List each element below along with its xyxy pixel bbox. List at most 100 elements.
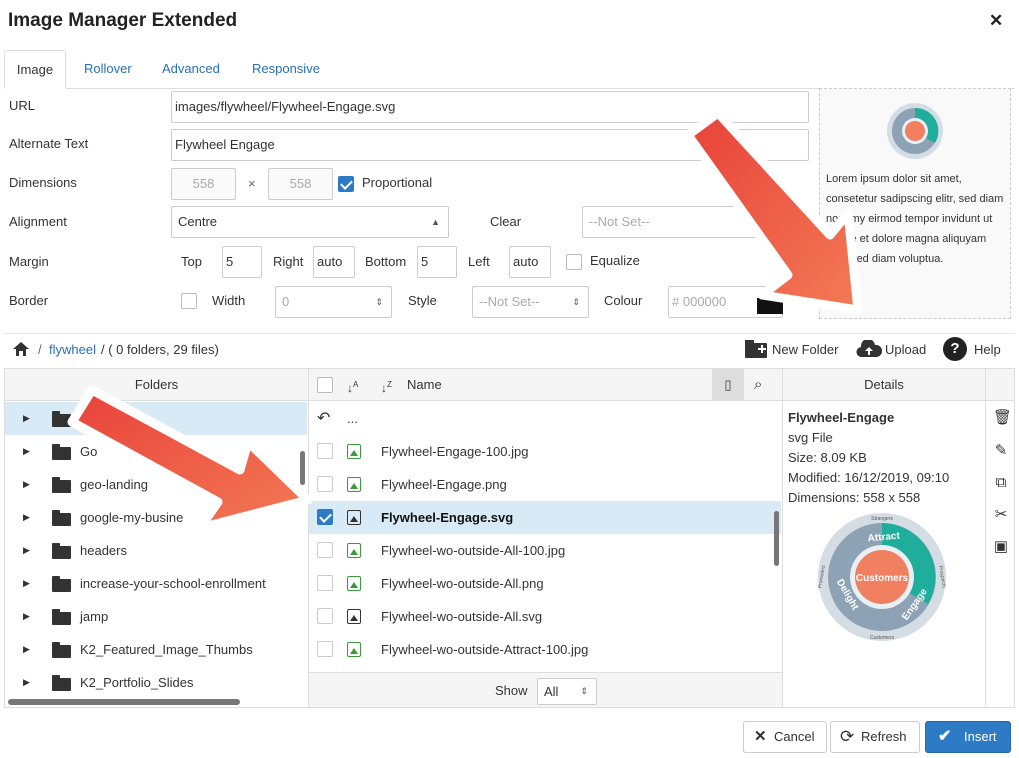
close-icon: ✕ — [754, 728, 767, 745]
upload-button[interactable]: Upload — [885, 342, 926, 357]
folder-icon — [52, 609, 71, 625]
equalize-label: Equalize — [590, 253, 640, 268]
margin-left-label: Left — [468, 254, 490, 269]
border-checkbox[interactable] — [181, 293, 197, 309]
file-row[interactable]: Flywheel-wo-outside-All.svg — [309, 600, 781, 633]
margin-right-label: Right — [273, 254, 304, 269]
image-editor-icon[interactable]: ▣ — [993, 539, 1009, 555]
height-field[interactable]: 558 — [268, 168, 333, 200]
tab-image[interactable]: Image — [4, 50, 66, 89]
details-header: Details — [783, 369, 985, 401]
insert-button-label: Insert — [964, 729, 997, 744]
file-row[interactable]: Flywheel-wo-outside-All.png — [309, 567, 781, 600]
file-row-selected[interactable]: Flywheel-Engage.svg — [309, 501, 781, 534]
image-file-icon — [347, 642, 361, 657]
tab-responsive[interactable]: Responsive — [240, 50, 332, 89]
help-icon[interactable]: ? — [943, 337, 967, 361]
image-file-icon — [347, 543, 361, 558]
details-toggle-icon[interactable]: ▯ — [712, 369, 744, 400]
tool-header — [986, 369, 1014, 401]
delete-icon[interactable]: 🗑 — [993, 410, 1012, 426]
files-pane: ↓A ↓Z Name ▯ ⌕ ↶ ... Flywheel-Engage-100… — [308, 368, 783, 708]
cancel-button[interactable]: ✕ Cancel — [743, 721, 828, 753]
margin-bottom-field[interactable]: 5 — [417, 246, 457, 278]
width-field[interactable]: 558 — [171, 168, 236, 200]
dimensions-label: Dimensions — [9, 175, 77, 190]
folder-icon — [52, 543, 71, 559]
file-row[interactable]: Flywheel-wo-outside-Attract-100.jpg — [309, 633, 781, 666]
url-label: URL — [9, 98, 36, 113]
file-checkbox[interactable] — [317, 641, 333, 657]
margin-top-label: Top — [181, 254, 202, 269]
upload-icon[interactable] — [856, 340, 882, 358]
folder-item[interactable]: ▶ increase-your-school-enrollment — [5, 567, 307, 600]
proportional-checkbox[interactable] — [338, 176, 354, 192]
breadcrumb-folder-link[interactable]: flywheel — [49, 342, 96, 357]
folder-icon — [52, 576, 71, 592]
edit-icon[interactable]: ✎ — [993, 443, 1009, 459]
cut-icon[interactable]: ✂ — [993, 507, 1009, 523]
border-style-select[interactable]: --Not Set-- ⇕ — [472, 286, 589, 318]
border-width-value: 0 — [282, 294, 290, 309]
search-icon[interactable]: ⌕ — [754, 369, 762, 400]
border-width-select[interactable]: 0 ⇕ — [275, 286, 392, 318]
folder-icon — [52, 642, 71, 658]
breadcrumb-separator: / — [38, 342, 42, 357]
name-column-header[interactable]: Name — [407, 369, 442, 400]
home-icon[interactable] — [12, 341, 30, 357]
tab-rollover[interactable]: Rollover — [72, 50, 144, 89]
file-list-scrollbar[interactable] — [774, 511, 779, 566]
proportional-label: Proportional — [362, 175, 433, 190]
file-row[interactable]: Flywheel-Engage.png — [309, 468, 781, 501]
file-checkbox[interactable] — [317, 542, 333, 558]
image-file-icon — [347, 444, 361, 459]
show-select[interactable]: All ⇕ — [537, 678, 597, 705]
equalize-checkbox[interactable] — [566, 254, 582, 270]
parent-folder-row[interactable]: ↶ ... — [309, 402, 781, 435]
details-pane: Details Flywheel-Engage svg File Size: 8… — [782, 368, 986, 708]
border-style-label: Style — [408, 293, 437, 308]
file-checkbox[interactable] — [317, 608, 333, 624]
alignment-value: Centre — [178, 214, 218, 229]
border-label: Border — [9, 293, 49, 308]
close-icon[interactable]: ✕ — [989, 11, 1003, 31]
copy-icon[interactable]: ⧉ — [993, 475, 1009, 491]
insert-button[interactable]: ✔ Insert — [925, 721, 1011, 753]
border-style-value: --Not Set-- — [479, 294, 540, 309]
image-file-icon — [347, 477, 361, 492]
details-file-type: svg File — [788, 430, 833, 445]
sort-asc-icon[interactable]: ↓A — [347, 369, 358, 404]
alignment-select[interactable]: Centre ▲ — [171, 206, 449, 238]
details-modified: Modified: 16/12/2019, 09:10 — [788, 470, 950, 485]
sort-desc-icon[interactable]: ↓Z — [381, 369, 392, 404]
margin-right-field[interactable]: auto — [313, 246, 355, 278]
help-button[interactable]: Help — [974, 342, 1001, 357]
folder-icon — [52, 675, 71, 691]
tab-advanced[interactable]: Advanced — [150, 50, 232, 89]
new-folder-button[interactable]: New Folder — [772, 342, 838, 357]
check-icon: ✔ — [938, 728, 952, 745]
clear-value: --Not Set-- — [589, 214, 650, 229]
annotation-arrow-icon — [683, 108, 863, 315]
folder-horizontal-scrollbar[interactable] — [8, 699, 240, 705]
svg-file-icon — [347, 609, 361, 624]
select-arrows-icon: ▲ — [431, 217, 440, 227]
folder-item[interactable]: ▶ headers — [5, 534, 307, 567]
margin-left-field[interactable]: auto — [509, 246, 551, 278]
margin-top-field[interactable]: 5 — [222, 246, 262, 278]
files-header: ↓A ↓Z Name ▯ ⌕ — [309, 369, 782, 401]
alt-text-label: Alternate Text — [9, 136, 89, 151]
refresh-button[interactable]: ⟳ Refresh — [830, 721, 920, 753]
image-file-icon — [347, 576, 361, 591]
file-row[interactable]: Flywheel-wo-outside-All-100.jpg — [309, 534, 781, 567]
file-row[interactable]: Flywheel-Engage-100.jpg — [309, 435, 781, 468]
folder-item[interactable]: ▶ jamp — [5, 600, 307, 633]
preview-flywheel-image — [887, 103, 943, 159]
flywheel-center-label: Customers — [856, 573, 909, 584]
new-folder-icon[interactable] — [745, 339, 767, 359]
folder-item[interactable]: ▶ K2_Featured_Image_Thumbs — [5, 633, 307, 666]
folder-item[interactable]: ▶ K2_Portfolio_Slides — [5, 666, 307, 699]
select-arrows-icon: ⇕ — [375, 297, 383, 307]
show-value: All — [544, 684, 559, 699]
file-checkbox[interactable] — [317, 575, 333, 591]
